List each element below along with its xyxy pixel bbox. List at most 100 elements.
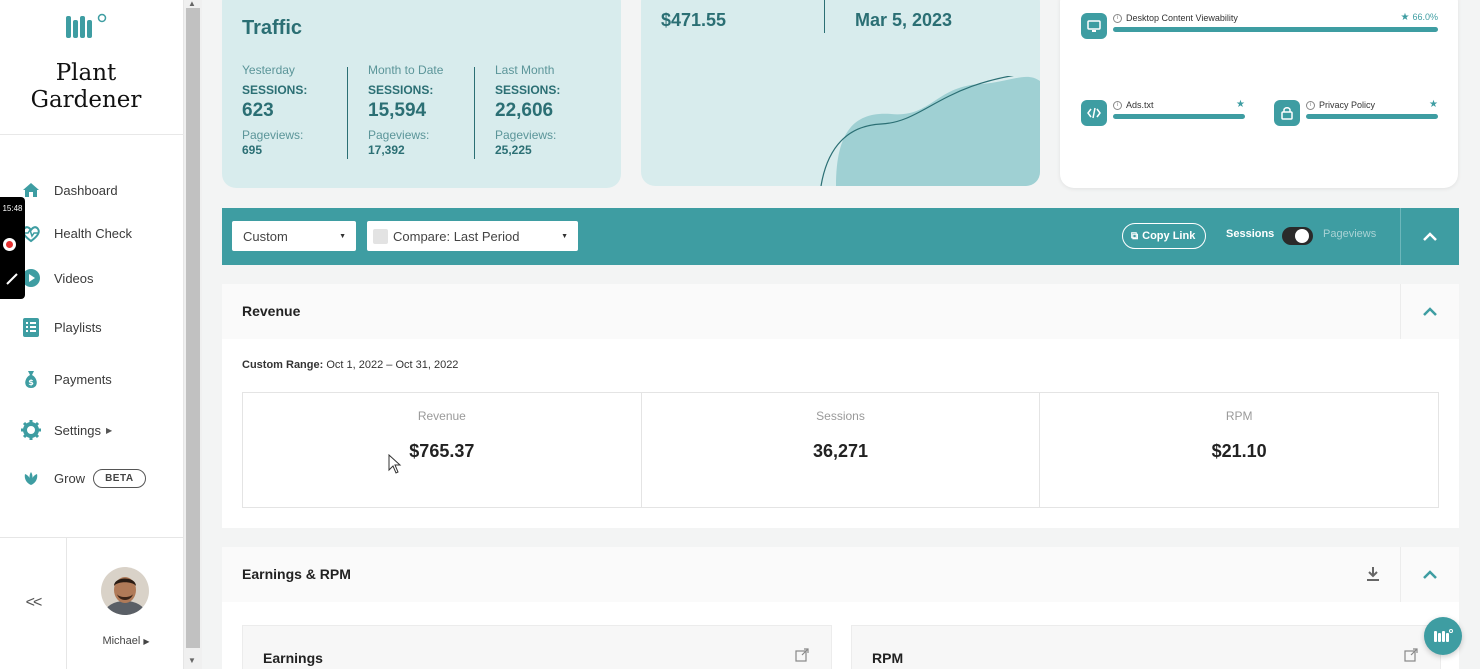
revenue-metrics: Revenue $765.37 Sessions 36,271 RPM $21.… [242, 392, 1439, 508]
custom-range: Custom Range: Oct 1, 2022 – Oct 31, 2022 [242, 359, 458, 371]
card-title: RPM [872, 650, 904, 666]
revenue-collapse-button[interactable] [1400, 284, 1459, 339]
wave-decoration [820, 76, 1040, 186]
filter-bar: Custom ▼ Compare: Last Period ▼ ⧉ Copy L… [222, 208, 1459, 265]
earnings-collapse-button[interactable] [1400, 547, 1459, 602]
download-icon[interactable] [1364, 565, 1382, 583]
list-icon [23, 318, 39, 337]
svg-text:$: $ [28, 378, 34, 387]
compare-select[interactable]: Compare: Last Period ▼ [367, 221, 578, 251]
range-label: Custom Range: [242, 359, 324, 371]
traffic-title: Traffic [242, 17, 303, 39]
logo-icon[interactable] [64, 12, 108, 42]
traffic-period-label: Yesterday [242, 63, 295, 77]
external-link-icon[interactable] [1404, 648, 1418, 662]
copy-link-label: Copy Link [1142, 230, 1196, 242]
recording-timer: 15:48 [2, 204, 23, 213]
divider [474, 67, 475, 159]
toggle-label-pageviews: Pageviews [1323, 228, 1377, 240]
collapse-sidebar-button[interactable]: << [0, 537, 67, 669]
traffic-period-label: Month to Date [368, 63, 444, 77]
scroll-thumb[interactable] [186, 8, 200, 648]
filter-collapse-button[interactable] [1400, 208, 1459, 265]
compare-checkbox[interactable] [373, 228, 388, 244]
health-item-body: i Privacy Policy ★ [1306, 99, 1438, 119]
info-icon[interactable]: i [1113, 100, 1122, 110]
money-bag-icon: $ [25, 371, 37, 388]
leaf-icon [24, 472, 38, 485]
metric-label: RPM [1225, 409, 1253, 423]
metric-rpm: RPM $21.10 [1040, 393, 1438, 507]
sidebar-item-playlists[interactable]: Playlists [20, 314, 102, 340]
revenue-summary-card: $471.55 Mar 5, 2023 [641, 0, 1040, 186]
metric-sessions: Sessions 36,271 [642, 393, 1041, 507]
sidebar-item-dashboard[interactable]: Dashboard [20, 177, 118, 203]
traffic-card: Traffic Yesterday SESSIONS: 623 Pageview… [222, 0, 621, 188]
health-item-body: i Desktop Content Viewability ★ 66.0% [1113, 12, 1439, 32]
health-percent: 66.0% [1412, 12, 1438, 22]
avatar[interactable] [101, 567, 149, 615]
metric-revenue: Revenue $765.37 [243, 393, 642, 507]
sessions-pageviews-toggle[interactable] [1282, 227, 1313, 245]
health-item-title: i Desktop Content Viewability [1113, 13, 1438, 23]
sidebar-item-payments[interactable]: $ Payments [20, 366, 112, 392]
copy-link-button[interactable]: ⧉ Copy Link [1122, 223, 1207, 249]
sidebar-item-grow[interactable]: Grow BETA [20, 465, 146, 491]
earnings-card: Earnings [242, 625, 832, 669]
info-icon[interactable]: i [1113, 13, 1122, 23]
sidebar-item-label: Dashboard [54, 182, 118, 198]
card-title: Earnings [263, 650, 323, 666]
mouse-cursor-icon [388, 454, 402, 474]
pageviews-value: 25,225 [495, 143, 532, 157]
sessions-value: 623 [242, 100, 274, 121]
pageviews-value: 17,392 [368, 143, 405, 157]
health-item-body: i Ads.txt ★ [1113, 99, 1245, 119]
screen-recorder-toolbar: 15:48 [0, 197, 25, 299]
logo-icon [1434, 629, 1453, 642]
metric-label: Sessions [816, 409, 865, 423]
health-item-desktop-viewability[interactable]: i Desktop Content Viewability ★ 66.0% [1081, 12, 1439, 39]
external-link-icon[interactable] [795, 648, 809, 662]
monitor-icon [1081, 13, 1107, 39]
sessions-label: SESSIONS: [242, 83, 308, 97]
scrollbar[interactable]: ▲ ▼ [184, 0, 202, 669]
pen-icon[interactable] [5, 272, 19, 286]
divider [824, 0, 825, 33]
sidebar-item-label: Health Check [54, 225, 133, 241]
health-item-title: i Ads.txt [1113, 100, 1245, 110]
health-bar [1113, 114, 1245, 119]
health-score: ★ 66.0% [1401, 12, 1439, 23]
scroll-down-icon[interactable]: ▼ [188, 656, 196, 665]
range-value: Oct 1, 2022 – Oct 31, 2022 [326, 359, 459, 371]
pageviews-label: Pageviews: [242, 128, 304, 142]
date-range-value: Custom [243, 228, 288, 244]
copy-icon: ⧉ [1131, 230, 1139, 242]
sidebar-item-label: Grow [54, 470, 86, 486]
caret-right-icon: ▶ [143, 637, 150, 646]
sidebar-item-settings[interactable]: Settings ▶ [20, 417, 112, 443]
dropdown-arrow-icon: ▼ [339, 232, 346, 240]
rpm-card: RPM [851, 625, 1441, 669]
brand-name: Plant Gardener [30, 60, 142, 113]
sidebar-item-label: Videos [54, 270, 94, 286]
health-item-ads-txt[interactable]: i Ads.txt ★ [1081, 99, 1245, 126]
sidebar-item-videos[interactable]: Videos [20, 265, 94, 291]
divider [347, 67, 348, 159]
scroll-up-icon[interactable]: ▲ [188, 0, 196, 8]
section-title: Earnings & RPM [242, 566, 351, 582]
dropdown-arrow-icon: ▼ [561, 232, 568, 240]
user-menu[interactable]: Michael ▶ [68, 635, 184, 647]
sidebar: Plant Gardener Dashboard Health Check Vi… [0, 0, 184, 669]
traffic-yesterday: Yesterday SESSIONS: 623 Pageviews: 695 [242, 63, 362, 157]
sidebar-item-label: Settings [54, 422, 101, 438]
health-item-privacy-policy[interactable]: i Privacy Policy ★ [1274, 99, 1438, 126]
info-icon[interactable]: i [1306, 100, 1315, 110]
record-icon[interactable] [3, 238, 16, 251]
metric-value: 36,271 [812, 441, 869, 461]
date-range-select[interactable]: Custom ▼ [232, 221, 356, 251]
chat-support-button[interactable] [1424, 617, 1462, 655]
section-title: Revenue [242, 303, 301, 319]
pageviews-value: 695 [242, 143, 263, 157]
sidebar-item-label: Payments [54, 371, 112, 387]
sidebar-item-health-check[interactable]: Health Check [20, 220, 132, 246]
